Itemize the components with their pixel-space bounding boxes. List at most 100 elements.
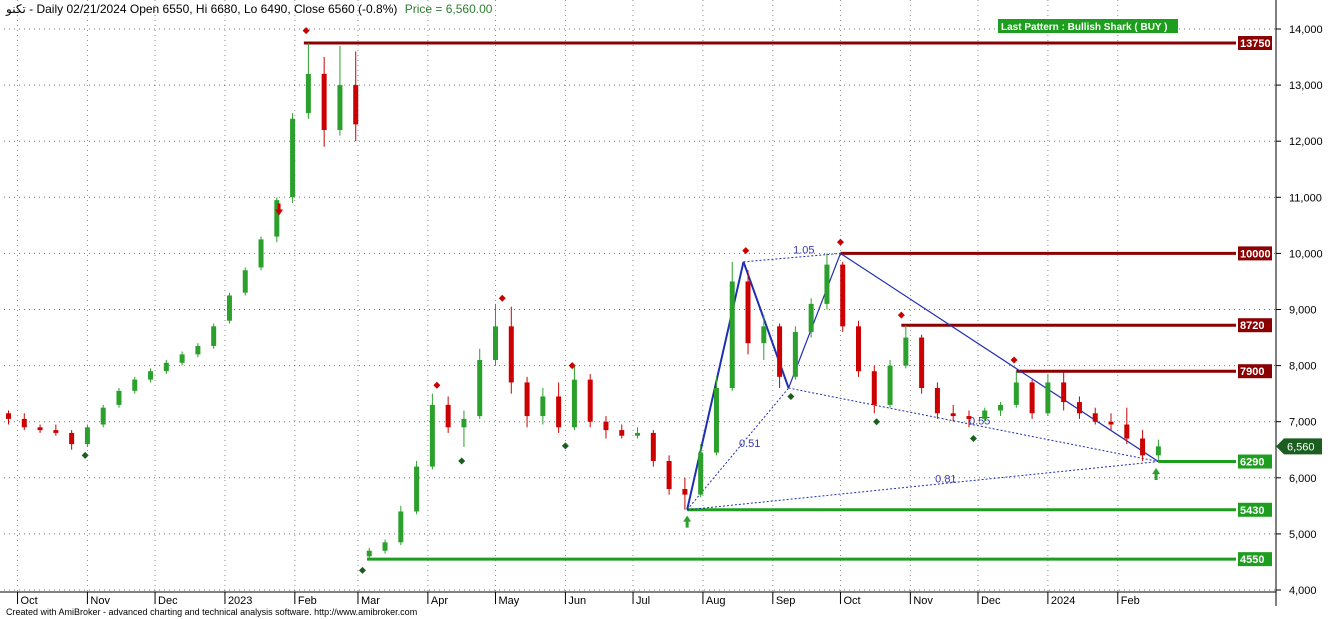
level-label-10000: 10000 xyxy=(1240,248,1271,260)
pattern-ratio-label: 0.51 xyxy=(739,438,760,450)
y-tick-label: 12,000 xyxy=(1289,136,1323,148)
level-label-8720: 8720 xyxy=(1240,320,1264,332)
candle-body xyxy=(1092,413,1098,422)
x-tick-label: Mar xyxy=(361,595,380,607)
x-tick-label: Jul xyxy=(636,595,650,607)
candle-body xyxy=(903,337,909,366)
y-tick-label: 4,000 xyxy=(1289,585,1317,597)
candle-body xyxy=(53,430,59,433)
candle-body xyxy=(382,542,388,551)
candle-body xyxy=(729,281,735,389)
chart-title-price: Price = 6,560.00 xyxy=(405,2,493,16)
candle-body xyxy=(461,418,467,428)
candle-body xyxy=(116,390,122,405)
candle-body xyxy=(508,326,514,383)
candle-body xyxy=(650,432,656,461)
candle-body xyxy=(321,73,327,130)
x-tick-label: Feb xyxy=(298,595,317,607)
candle-body xyxy=(366,550,372,557)
candle-body xyxy=(682,489,688,495)
y-tick-label: 9,000 xyxy=(1289,305,1317,317)
candle-body xyxy=(808,303,814,332)
candle-body xyxy=(195,345,201,355)
candle-body xyxy=(792,331,798,377)
candle-body xyxy=(163,362,169,372)
candle-body xyxy=(1045,382,1051,414)
x-tick-label: Nov xyxy=(90,595,110,607)
candle-body xyxy=(1076,402,1082,414)
candle-body xyxy=(132,379,138,391)
candle-body xyxy=(1124,424,1130,439)
candle-body xyxy=(226,295,232,321)
candle-body xyxy=(429,404,435,467)
candle-body xyxy=(290,118,296,198)
x-tick-label: Oct xyxy=(21,595,38,607)
level-label-4550: 4550 xyxy=(1240,554,1264,566)
candle-body xyxy=(398,511,404,543)
candle-body xyxy=(619,430,625,436)
pattern-badge-text: Last Pattern : Bullish Shark ( BUY ) xyxy=(1001,22,1168,33)
candle-body xyxy=(950,413,956,417)
x-tick-label: Apr xyxy=(431,595,448,607)
candle-body xyxy=(211,326,217,346)
candle-body xyxy=(603,421,609,431)
candle-body xyxy=(493,326,499,360)
candle-body xyxy=(824,264,830,304)
candle-body xyxy=(761,326,767,344)
y-tick-label: 8,000 xyxy=(1289,361,1317,373)
candle-body xyxy=(1061,382,1067,403)
candle-body xyxy=(587,379,593,422)
level-label-5430: 5430 xyxy=(1240,505,1264,517)
y-tick-label: 13,000 xyxy=(1289,80,1323,92)
candle-body xyxy=(998,404,1004,411)
candle-body xyxy=(1140,438,1146,456)
candle-body xyxy=(100,407,106,425)
x-tick-label: 2023 xyxy=(228,595,252,607)
x-tick-label: Dec xyxy=(158,595,178,607)
candle-body xyxy=(258,239,264,268)
y-tick-label: 5,000 xyxy=(1289,529,1317,541)
candle-body xyxy=(966,416,972,419)
candle-body xyxy=(524,382,530,417)
candle-body xyxy=(6,413,12,419)
candle-body xyxy=(21,418,27,428)
price-chart: 13750 10000 8720 7900 6290 5430 4550 1.05 0.51 0… xyxy=(0,0,1336,619)
candle-body xyxy=(242,270,248,293)
x-tick-label: Dec xyxy=(981,595,1001,607)
chart-title: تكنو - Daily 02/21/2024 Open 6550, Hi 66… xyxy=(5,2,493,16)
candle-body xyxy=(887,365,893,405)
candle-body xyxy=(745,281,751,344)
candle-body xyxy=(556,396,562,428)
pattern-badge: Last Pattern : Bullish Shark ( BUY ) xyxy=(998,19,1178,33)
candle-body xyxy=(1029,382,1035,414)
y-tick-label: 14,000 xyxy=(1289,24,1323,36)
candle-body xyxy=(414,466,420,512)
candle-body xyxy=(1108,421,1114,425)
last-price-label: 6,560 xyxy=(1287,441,1315,453)
candle-body xyxy=(666,460,672,490)
candle-body xyxy=(855,326,861,372)
candle-body xyxy=(445,404,451,428)
pattern-ratio-label: 0.81 xyxy=(935,473,956,485)
candle-body xyxy=(1155,446,1161,456)
candle-body xyxy=(84,427,90,445)
candle-body xyxy=(69,432,75,445)
candle-body xyxy=(179,354,185,363)
x-tick-label: Feb xyxy=(1121,595,1140,607)
level-label-6290: 6290 xyxy=(1240,457,1264,469)
x-tick-label: May xyxy=(499,595,520,607)
x-tick-label: Sep xyxy=(776,595,796,607)
level-label-13750: 13750 xyxy=(1240,38,1271,50)
candle-body xyxy=(635,432,641,436)
candle-body xyxy=(698,452,704,495)
chart-title-main: تكنو - Daily 02/21/2024 Open 6550, Hi 66… xyxy=(5,2,397,16)
candle-body xyxy=(540,396,546,417)
candle-body xyxy=(713,388,719,453)
candle-body xyxy=(840,264,846,327)
y-tick-label: 7,000 xyxy=(1289,417,1317,429)
y-tick-label: 11,000 xyxy=(1289,192,1322,204)
candle-body xyxy=(571,379,577,428)
candle-body xyxy=(982,410,988,419)
candle-body xyxy=(1013,382,1019,405)
x-tick-label: 2024 xyxy=(1051,595,1075,607)
